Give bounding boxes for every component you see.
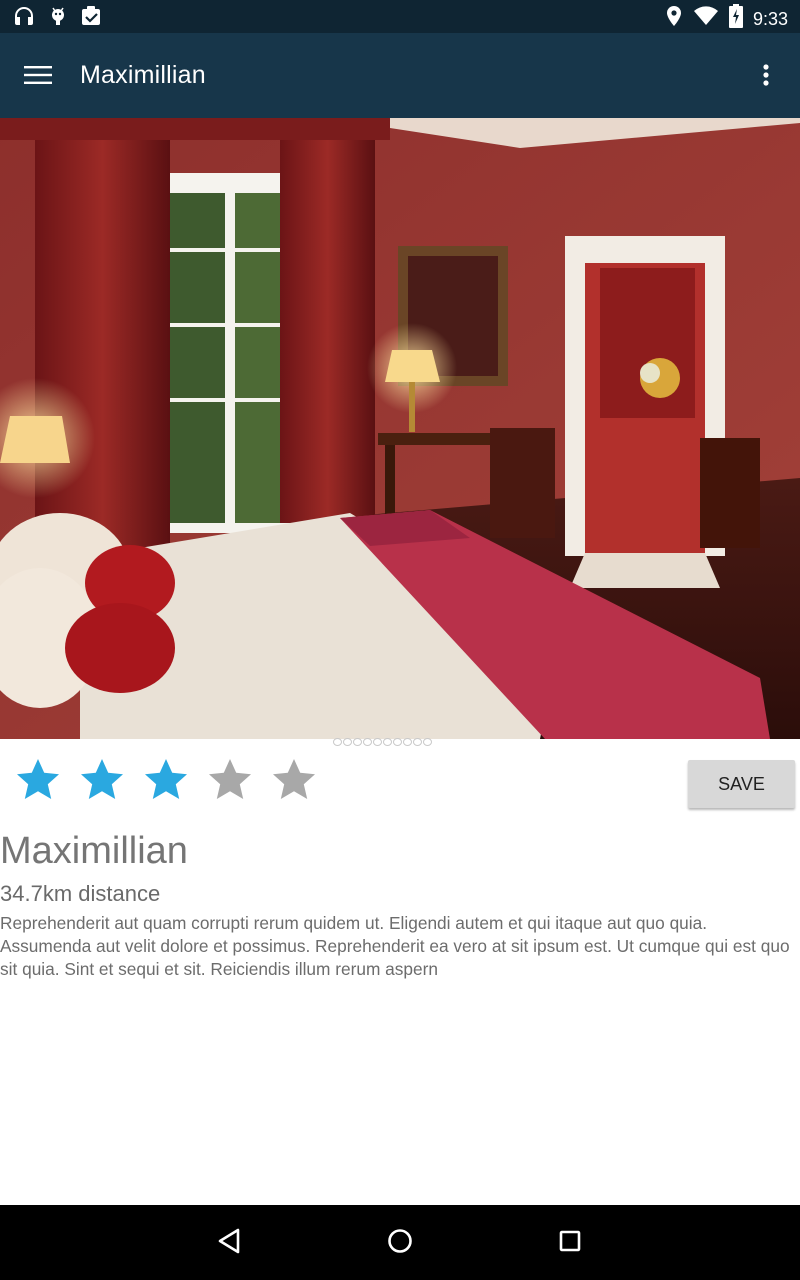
pager-dot[interactable] [343,738,352,746]
pager-dot[interactable] [373,738,382,746]
recents-icon [558,1229,582,1258]
hotel-description: Reprehenderit aut quam corrupti rerum qu… [0,913,790,979]
hotel-name: Maximillian [0,830,188,872]
more-vert-icon [762,63,770,92]
image-pager-indicator[interactable] [333,738,432,748]
home-icon [387,1228,413,1259]
recents-button[interactable] [550,1223,590,1263]
star-empty-icon[interactable] [262,752,326,808]
star-empty-icon[interactable] [198,752,262,808]
app-bar-title: Maximillian [80,61,206,89]
star-rating[interactable] [6,752,326,808]
app-bar: Maximillian [0,33,800,118]
back-button[interactable] [210,1223,250,1263]
save-button[interactable]: SAVE [688,760,795,808]
clipboard-check-icon [80,5,102,32]
pager-dot[interactable] [383,738,392,746]
star-filled-icon[interactable] [134,752,198,808]
android-debug-icon [48,5,68,32]
star-filled-icon[interactable] [6,752,70,808]
home-button[interactable] [380,1223,420,1263]
wifi-icon [693,5,719,32]
headset-icon [12,4,36,33]
hotel-distance: 34.7km distance [0,881,161,906]
pager-dot[interactable] [363,738,372,746]
navigation-menu-button[interactable] [18,57,58,97]
pager-dot[interactable] [353,738,362,746]
hamburger-menu-icon [24,65,52,90]
status-bar: 9:33 [0,0,800,33]
pager-dot[interactable] [403,738,412,746]
pager-dot[interactable] [413,738,422,746]
status-right-icons: 9:33 [665,4,788,33]
system-navigation-bar [0,1205,800,1280]
battery-charging-icon [728,4,743,33]
back-icon [217,1228,243,1259]
star-filled-icon[interactable] [70,752,134,808]
pager-dot[interactable] [423,738,432,746]
pager-dot[interactable] [333,738,342,746]
hotel-photo-carousel[interactable] [0,118,800,739]
location-icon [665,5,683,32]
hotel-room-image [0,118,800,739]
status-left-icons [12,4,102,33]
status-time: 9:33 [752,8,788,29]
overflow-menu-button[interactable] [748,57,784,97]
pager-dot[interactable] [393,738,402,746]
